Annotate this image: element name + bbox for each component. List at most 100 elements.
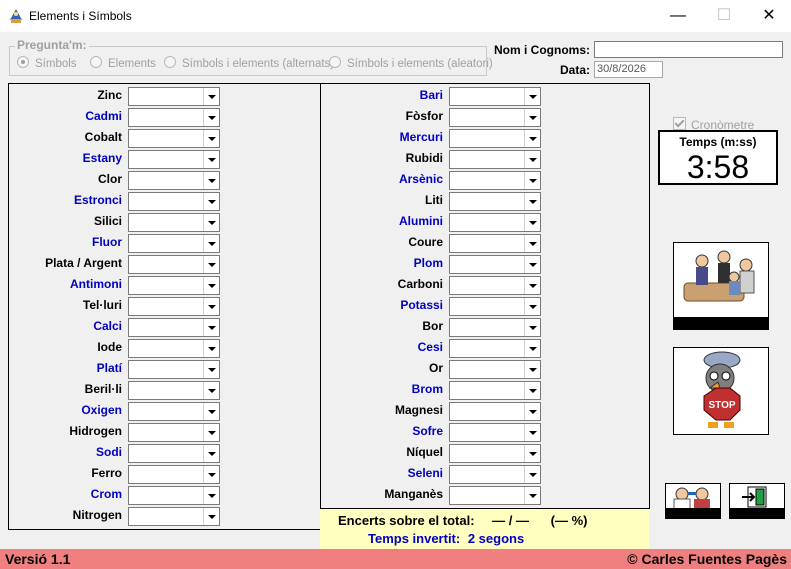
symbol-combobox[interactable] [128, 255, 220, 274]
chevron-down-icon[interactable] [524, 172, 540, 189]
correct-button[interactable] [673, 242, 769, 330]
symbol-combobox[interactable] [128, 150, 220, 169]
symbol-combobox[interactable] [449, 150, 541, 169]
chevron-down-icon[interactable] [203, 487, 219, 504]
chevron-down-icon[interactable] [203, 235, 219, 252]
chevron-down-icon[interactable] [524, 403, 540, 420]
element-row: Beril·li [9, 380, 320, 401]
chevron-down-icon[interactable] [203, 508, 219, 525]
chevron-down-icon[interactable] [203, 277, 219, 294]
chevron-down-icon[interactable] [524, 382, 540, 399]
chevron-down-icon[interactable] [524, 340, 540, 357]
symbol-combobox[interactable] [128, 276, 220, 295]
symbol-combobox[interactable] [449, 255, 541, 274]
symbol-combobox[interactable] [128, 465, 220, 484]
symbol-combobox[interactable] [449, 87, 541, 106]
symbol-combobox[interactable] [128, 297, 220, 316]
radio-dot-icon [90, 56, 102, 68]
chevron-down-icon[interactable] [203, 319, 219, 336]
chevron-down-icon[interactable] [203, 466, 219, 483]
chevron-down-icon[interactable] [524, 193, 540, 210]
symbol-combobox[interactable] [128, 318, 220, 337]
minimize-button[interactable]: — [655, 0, 701, 32]
symbol-combobox[interactable] [128, 360, 220, 379]
symbol-combobox[interactable] [449, 360, 541, 379]
symbol-combobox[interactable] [128, 129, 220, 148]
stop-button[interactable]: STOP [673, 347, 769, 435]
element-label: Antimoni [70, 277, 122, 291]
symbol-combobox[interactable] [449, 318, 541, 337]
symbol-combobox[interactable] [449, 297, 541, 316]
symbol-combobox[interactable] [128, 171, 220, 190]
right-elements-panel: Bari Fòsfor Mercuri Rubidi Arsènic Liti Alumin… [320, 83, 650, 509]
chevron-down-icon[interactable] [203, 88, 219, 105]
chevron-down-icon[interactable] [203, 130, 219, 147]
chevron-down-icon[interactable] [203, 403, 219, 420]
element-row: Estronci [9, 191, 320, 212]
chevron-down-icon[interactable] [524, 130, 540, 147]
symbol-combobox[interactable] [449, 234, 541, 253]
chevron-down-icon[interactable] [524, 298, 540, 315]
symbol-combobox[interactable] [128, 192, 220, 211]
chevron-down-icon[interactable] [524, 151, 540, 168]
exit-button[interactable] [729, 483, 785, 519]
chevron-down-icon[interactable] [524, 466, 540, 483]
symbol-combobox[interactable] [128, 444, 220, 463]
chevron-down-icon[interactable] [524, 487, 540, 504]
symbol-combobox[interactable] [449, 171, 541, 190]
chevron-down-icon[interactable] [524, 214, 540, 231]
close-button[interactable]: ✕ [746, 0, 791, 32]
chevron-down-icon[interactable] [203, 340, 219, 357]
symbol-combobox[interactable] [128, 213, 220, 232]
chevron-down-icon[interactable] [524, 235, 540, 252]
chevron-down-icon[interactable] [203, 256, 219, 273]
help-button[interactable] [665, 483, 721, 519]
symbol-combobox[interactable] [449, 423, 541, 442]
chevron-down-icon[interactable] [203, 193, 219, 210]
chevron-down-icon[interactable] [524, 361, 540, 378]
symbol-combobox[interactable] [128, 87, 220, 106]
element-row: Sodi [9, 443, 320, 464]
symbol-combobox[interactable] [449, 192, 541, 211]
symbol-combobox[interactable] [128, 402, 220, 421]
chevron-down-icon[interactable] [524, 445, 540, 462]
chevron-down-icon[interactable] [203, 382, 219, 399]
chevron-down-icon[interactable] [203, 445, 219, 462]
symbol-combobox[interactable] [449, 129, 541, 148]
chevron-down-icon[interactable] [524, 319, 540, 336]
element-label: Sodi [96, 445, 122, 459]
symbol-combobox[interactable] [449, 339, 541, 358]
symbol-combobox[interactable] [128, 381, 220, 400]
chevron-down-icon[interactable] [524, 88, 540, 105]
symbol-combobox[interactable] [449, 444, 541, 463]
chevron-down-icon[interactable] [524, 424, 540, 441]
symbol-combobox[interactable] [128, 339, 220, 358]
symbol-combobox[interactable] [449, 402, 541, 421]
name-field[interactable] [594, 41, 783, 58]
symbol-combobox[interactable] [128, 234, 220, 253]
symbol-combobox[interactable] [449, 465, 541, 484]
chevron-down-icon[interactable] [203, 109, 219, 126]
chevron-down-icon[interactable] [524, 109, 540, 126]
symbol-combobox[interactable] [128, 486, 220, 505]
symbol-combobox[interactable] [449, 381, 541, 400]
symbol-combobox[interactable] [449, 108, 541, 127]
symbol-combobox[interactable] [128, 423, 220, 442]
chevron-down-icon[interactable] [203, 151, 219, 168]
symbol-combobox[interactable] [449, 276, 541, 295]
chevron-down-icon[interactable] [524, 277, 540, 294]
element-row: Antimoni [9, 275, 320, 296]
symbol-combobox[interactable] [449, 486, 541, 505]
radio-dot-icon [329, 56, 341, 68]
chevron-down-icon[interactable] [203, 424, 219, 441]
chevron-down-icon[interactable] [524, 256, 540, 273]
chevron-down-icon[interactable] [203, 298, 219, 315]
chevron-down-icon[interactable] [203, 361, 219, 378]
chevron-down-icon[interactable] [203, 172, 219, 189]
chevron-down-icon[interactable] [203, 214, 219, 231]
symbol-combobox[interactable] [128, 108, 220, 127]
element-row: Plata / Argent [9, 254, 320, 275]
element-label: Brom [411, 382, 443, 396]
symbol-combobox[interactable] [128, 507, 220, 526]
symbol-combobox[interactable] [449, 213, 541, 232]
